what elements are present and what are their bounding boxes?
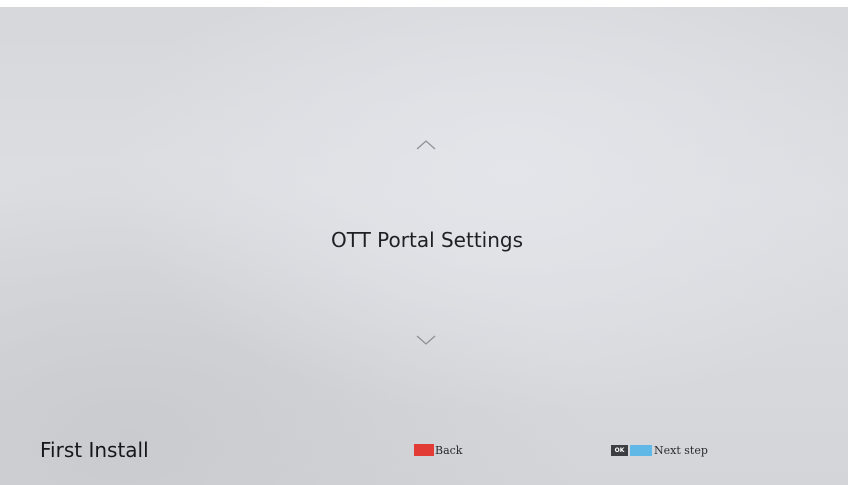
chevron-down-icon[interactable] xyxy=(415,334,437,346)
screen-title: First Install xyxy=(40,438,149,462)
back-hint[interactable]: Back xyxy=(414,443,462,457)
next-step-label: Next step xyxy=(654,443,708,457)
blue-key-icon xyxy=(630,444,652,456)
first-install-screen: OTT Portal Settings First Install Back O… xyxy=(0,0,854,485)
top-border xyxy=(0,0,854,7)
next-step-hint[interactable]: OK Next step xyxy=(611,443,708,457)
back-label: Back xyxy=(435,443,463,457)
ok-key-icon: OK xyxy=(611,444,628,456)
red-key-icon xyxy=(414,444,434,456)
menu-item-title[interactable]: OTT Portal Settings xyxy=(260,228,594,252)
chevron-up-icon[interactable] xyxy=(415,139,437,151)
right-border xyxy=(848,0,854,485)
